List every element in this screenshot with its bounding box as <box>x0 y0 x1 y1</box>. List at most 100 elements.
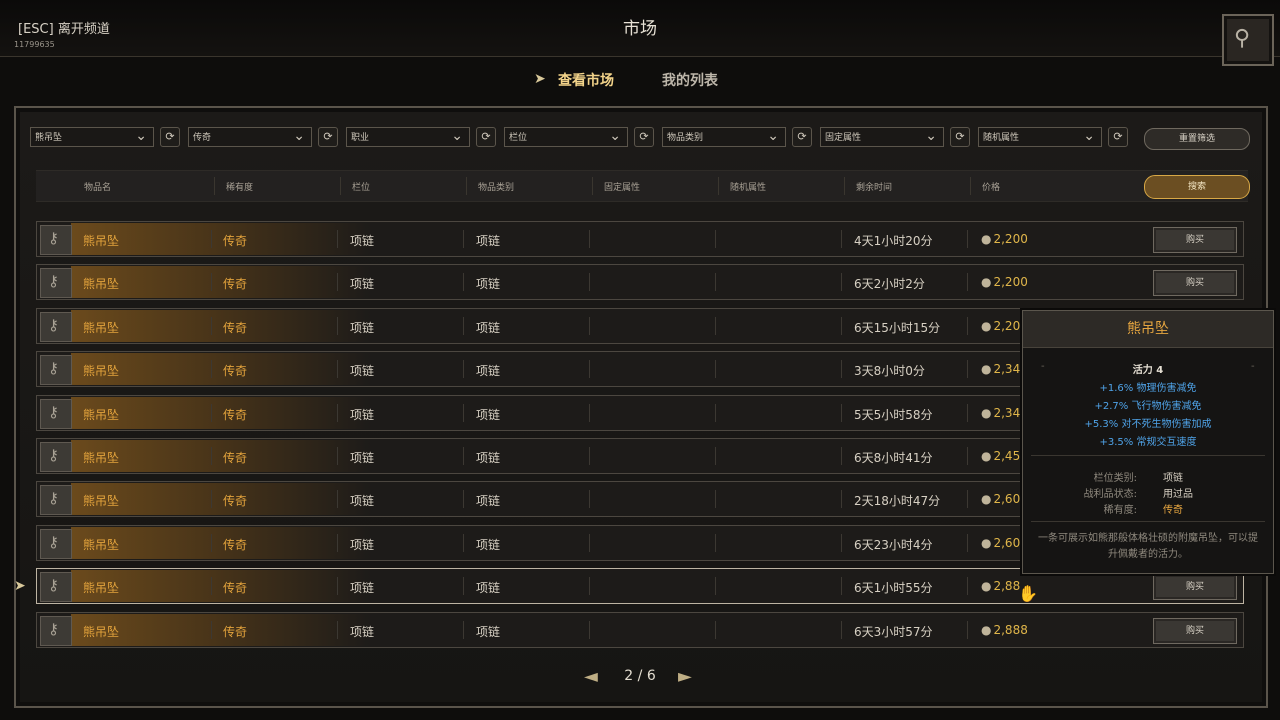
tab-view-market[interactable]: 查看市场 <box>558 70 614 90</box>
filter-random-attr-select[interactable]: 随机属性 ⌄ <box>978 127 1102 147</box>
user-id: 11799635 <box>14 40 55 49</box>
column-divider <box>211 447 212 465</box>
pendant-icon: ⚷ <box>48 533 59 551</box>
filter-item-type-select[interactable]: 物品类别 ⌄ <box>662 127 786 147</box>
column-divider <box>589 577 590 595</box>
pendant-icon: ⚷ <box>48 403 59 421</box>
filter-rarity-select[interactable]: 传奇 ⌄ <box>188 127 312 147</box>
item-tooltip: 熊吊坠 - - 活力 4 +1.6% 物理伤害减免 +2.7% 飞行物伤害减免 … <box>1022 310 1274 574</box>
prev-page-arrow-icon[interactable]: ◄ <box>584 666 598 687</box>
column-divider <box>337 490 338 508</box>
column-divider <box>337 273 338 291</box>
column-divider <box>211 273 212 291</box>
column-divider <box>211 317 212 335</box>
column-divider <box>211 621 212 639</box>
refresh-icon[interactable]: ⟳ <box>634 127 654 147</box>
column-header-item-type[interactable]: 物品类别 <box>478 180 514 193</box>
item-slot: 项链 <box>350 581 375 595</box>
item-slot: 项链 <box>350 277 375 291</box>
pendant-icon: ⚷ <box>48 446 59 464</box>
next-page-arrow-icon[interactable]: ► <box>678 666 692 687</box>
column-divider <box>967 490 968 508</box>
column-divider <box>211 534 212 552</box>
column-divider <box>589 490 590 508</box>
item-price: ● 2,34 <box>981 406 1020 420</box>
column-divider <box>337 534 338 552</box>
buy-button[interactable]: 购买 <box>1153 618 1237 644</box>
column-header-fixed-attr[interactable]: 固定属性 <box>604 180 640 193</box>
gold-coin-icon: ● <box>981 579 992 593</box>
time-left: 6天15小时15分 <box>854 321 941 335</box>
item-name: 熊吊坠 <box>83 277 120 291</box>
item-name: 熊吊坠 <box>83 581 120 595</box>
refresh-icon[interactable]: ⟳ <box>792 127 812 147</box>
tab-my-listings[interactable]: 我的列表 <box>662 70 718 90</box>
refresh-icon[interactable]: ⟳ <box>1108 127 1128 147</box>
item-rarity: 传奇 <box>223 408 248 422</box>
pendant-icon: ⚷ <box>48 620 59 638</box>
item-name: 熊吊坠 <box>83 451 120 465</box>
gold-coin-icon: ● <box>981 536 992 550</box>
column-divider <box>841 317 842 335</box>
column-divider <box>214 177 215 195</box>
filter-class-select[interactable]: 职业 ⌄ <box>346 127 470 147</box>
refresh-icon[interactable]: ⟳ <box>950 127 970 147</box>
column-header-time-left[interactable]: 剩余时间 <box>856 180 892 193</box>
column-header-rarity[interactable]: 稀有度 <box>226 180 253 193</box>
column-divider <box>463 447 464 465</box>
table-row[interactable]: ⚷ 熊吊坠 传奇 项链 项链 6天2小时2分 ● 2,200 购买 <box>36 264 1244 300</box>
chevron-down-icon: ⌄ <box>1083 128 1095 144</box>
tooltip-stat: +1.6% 物理伤害减免 <box>1099 383 1197 394</box>
column-header-random-attr[interactable]: 随机属性 <box>730 180 766 193</box>
buy-button[interactable]: 购买 <box>1153 574 1237 600</box>
gold-coin-icon: ● <box>981 232 992 246</box>
column-header-slot[interactable]: 栏位 <box>352 180 370 193</box>
table-row[interactable]: ⚷ 熊吊坠 传奇 项链 项链 6天3小时57分 ● 2,888 购买 <box>36 612 1244 648</box>
item-thumbnail: ⚷ <box>40 399 72 429</box>
item-type: 项链 <box>476 234 501 248</box>
pagination: ◄ 2 / 6 ► <box>0 666 1280 687</box>
item-name: 熊吊坠 <box>83 234 120 248</box>
filter-slot-select[interactable]: 栏位 ⌄ <box>504 127 628 147</box>
column-divider <box>337 360 338 378</box>
search-button[interactable]: 搜索 <box>1144 175 1250 199</box>
price-value: 2,34 <box>993 406 1021 420</box>
time-left: 2天18小时47分 <box>854 494 941 508</box>
item-type: 项链 <box>476 364 501 378</box>
item-name: 熊吊坠 <box>83 321 120 335</box>
gold-coin-icon: ● <box>981 492 992 506</box>
column-header-price[interactable]: 价格 <box>982 180 1000 193</box>
buy-button[interactable]: 购买 <box>1153 270 1237 296</box>
column-divider <box>715 360 716 378</box>
column-header-name[interactable]: 物品名 <box>84 180 111 193</box>
corner-menu-button[interactable]: ⚲ <box>1222 14 1274 66</box>
filter-class-value: 职业 <box>351 133 370 143</box>
total-pages: 6 <box>646 668 656 684</box>
column-divider <box>589 534 590 552</box>
column-divider <box>211 404 212 422</box>
reset-filters-button[interactable]: 重置筛选 <box>1144 128 1250 150</box>
column-divider <box>715 447 716 465</box>
filter-item-name-select[interactable]: 熊吊坠 ⌄ <box>30 127 154 147</box>
column-divider <box>337 230 338 248</box>
refresh-icon[interactable]: ⟳ <box>318 127 338 147</box>
refresh-icon[interactable]: ⟳ <box>476 127 496 147</box>
tooltip-title: 熊吊坠 <box>1023 311 1273 348</box>
item-type: 项链 <box>476 408 501 422</box>
active-tab-arrow-icon: ➤ <box>534 71 546 87</box>
item-thumbnail: ⚷ <box>40 312 72 342</box>
time-left: 6天2小时2分 <box>854 277 925 291</box>
item-name: 熊吊坠 <box>83 494 120 508</box>
buy-button[interactable]: 购买 <box>1153 227 1237 253</box>
item-thumbnail: ⚷ <box>40 529 72 559</box>
price-value: 2,60 <box>993 536 1021 550</box>
filter-fixed-attr-select[interactable]: 固定属性 ⌄ <box>820 127 944 147</box>
item-rarity: 传奇 <box>223 538 248 552</box>
tooltip-value: 传奇 <box>1163 505 1183 516</box>
pendant-icon: ⚷ <box>48 229 59 247</box>
refresh-icon[interactable]: ⟳ <box>160 127 180 147</box>
price-value: 2,20 <box>993 319 1021 333</box>
table-row[interactable]: ⚷ 熊吊坠 传奇 项链 项链 4天1小时20分 ● 2,200 购买 <box>36 221 1244 257</box>
column-divider <box>967 360 968 378</box>
column-divider <box>589 360 590 378</box>
